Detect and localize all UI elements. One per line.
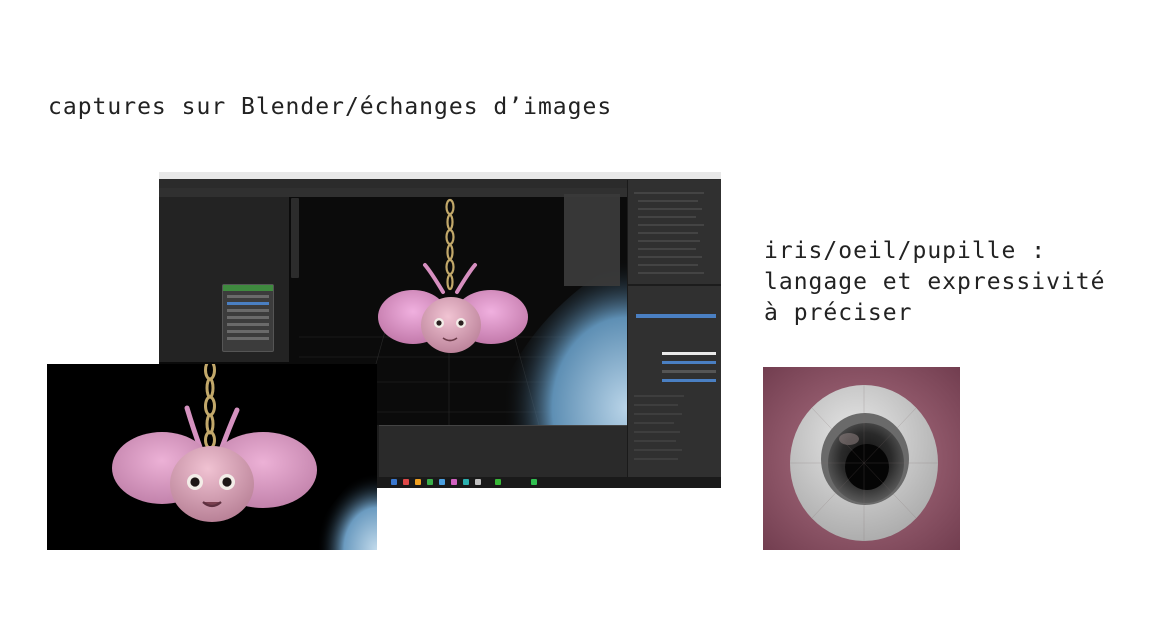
render-scene <box>47 364 377 550</box>
page-title: captures sur Blender/échanges d’images <box>48 94 613 120</box>
design-note: iris/oeil/pupille : langage et expressiv… <box>764 236 1106 329</box>
outliner-properties-panel <box>627 180 721 488</box>
taskbar-app-icon <box>439 479 445 485</box>
taskbar-app-icon <box>475 479 481 485</box>
taskbar-app-icon <box>495 479 501 485</box>
taskbar-app-icon <box>415 479 421 485</box>
properties-rows <box>628 192 721 460</box>
taskbar-app-icon <box>391 479 397 485</box>
eye-closeup <box>763 367 960 550</box>
taskbar-app-icon <box>531 479 537 485</box>
sidebar-n-panel <box>564 194 620 286</box>
shader-node <box>222 284 274 352</box>
tool-shelf <box>291 198 299 278</box>
note-line-2: langage et expressivité <box>764 269 1106 295</box>
taskbar-app-icon <box>451 479 457 485</box>
note-line-3: à préciser <box>764 300 913 326</box>
render-preview <box>47 364 377 550</box>
taskbar-app-icon <box>463 479 469 485</box>
note-line-1: iris/oeil/pupille : <box>764 238 1047 264</box>
taskbar-app-icon <box>427 479 433 485</box>
eye-render <box>763 367 960 550</box>
taskbar-app-icon <box>403 479 409 485</box>
node-editor-panel <box>159 197 289 362</box>
timeline-panel <box>379 425 627 478</box>
window-titlebar <box>159 172 721 179</box>
